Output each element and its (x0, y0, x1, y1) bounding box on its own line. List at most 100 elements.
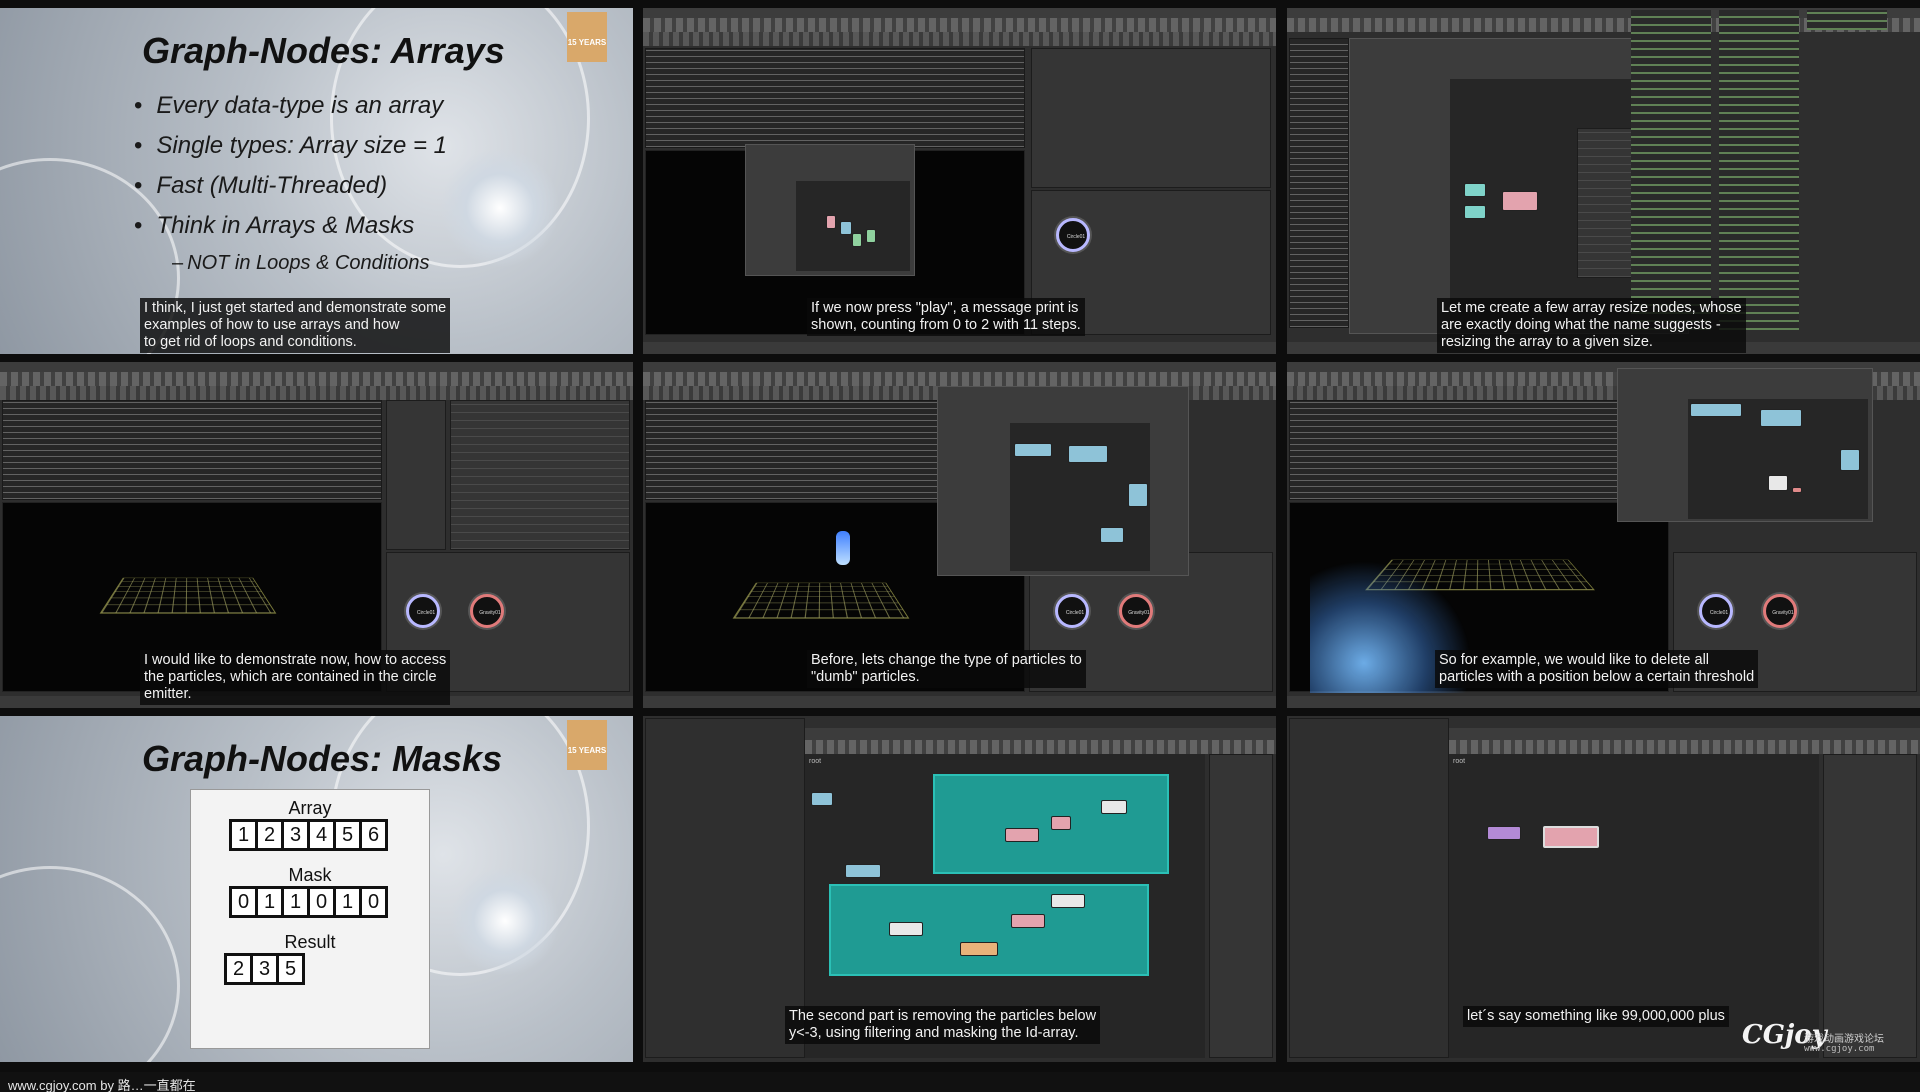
graph-node[interactable] (1128, 483, 1148, 507)
result-cell: 5 (276, 953, 305, 985)
properties-panel (1209, 754, 1273, 1058)
tile-dumb-particles: Circle01 Gravity01 Before, lets change t… (643, 362, 1276, 708)
toolbar (805, 740, 1276, 754)
mask-cell: 0 (307, 886, 336, 918)
status-bar (1287, 696, 1920, 708)
ground-grid (732, 582, 910, 619)
graph-node[interactable] (1100, 527, 1124, 543)
graph-node[interactable] (852, 233, 862, 247)
graph-node[interactable] (845, 864, 881, 878)
cgjoy-watermark: CGjoy 游戏动画游戏论坛 www.cgjoy.com (1742, 1020, 1912, 1064)
menu-bar (0, 362, 633, 372)
graph-node[interactable] (1760, 409, 1802, 427)
message-log (1289, 400, 1669, 500)
simulation-flow-window (745, 144, 915, 276)
graph-node[interactable] (1464, 183, 1486, 197)
footer-bar: www.cgjoy.com by 路…一直都在 (0, 1072, 1920, 1092)
mask-cell: 0 (359, 886, 388, 918)
video-thumbnail-grid: Graph-Nodes: Arrays 15 YEARS Every data-… (0, 0, 1920, 1072)
bullet-item: Every data-type is an array (134, 92, 447, 120)
node-list-column[interactable] (1807, 10, 1887, 30)
graph-node[interactable] (811, 792, 833, 806)
status-bar (643, 342, 1276, 354)
graph-node[interactable] (1464, 205, 1486, 219)
graph-node[interactable] (866, 229, 876, 243)
circle-emitter-node[interactable]: Circle01 (1056, 218, 1090, 252)
node-list-column[interactable] (1719, 10, 1799, 330)
tile-masks-slide: Graph-Nodes: Masks 15 YEARS Array 1 2 3 … (0, 716, 633, 1062)
graph-node[interactable] (1068, 445, 1108, 463)
graph-node[interactable] (840, 221, 852, 235)
particle-stream (836, 531, 850, 565)
graph-node[interactable] (1690, 403, 1742, 417)
mask-label: Mask (288, 865, 332, 885)
subtitle-caption: I would like to demonstrate now, how to … (140, 650, 451, 705)
bullet-item: Fast (Multi-Threaded) (134, 172, 447, 200)
graph-node[interactable] (1487, 826, 1521, 840)
array-cell: 5 (333, 819, 362, 851)
mask-cell: 1 (255, 886, 284, 918)
array-cell: 2 (255, 819, 284, 851)
subtitle-caption: I think, I just get started and demonstr… (140, 298, 451, 353)
anniversary-badge: 15 YEARS (567, 12, 607, 62)
array-cell: 3 (281, 819, 310, 851)
graph-root-label: root (809, 758, 822, 765)
gravity-node[interactable]: Gravity01 (1763, 594, 1797, 628)
node-context-menu[interactable] (1577, 128, 1637, 278)
graph-node[interactable] (1792, 487, 1802, 493)
menu-bar (805, 728, 1276, 740)
gravity-node[interactable]: Gravity01 (1119, 594, 1153, 628)
array-cells: 1 2 3 4 5 6 (191, 819, 429, 851)
mask-cell: 0 (229, 886, 258, 918)
properties-panel (1823, 754, 1917, 1058)
result-label: Result (284, 932, 336, 952)
menu-bar (1449, 728, 1920, 740)
gravity-node[interactable]: Gravity01 (470, 594, 504, 628)
circle-emitter-node[interactable]: Circle01 (1699, 594, 1733, 628)
graph-node[interactable] (960, 942, 998, 956)
tile-arrays-slide: Graph-Nodes: Arrays 15 YEARS Every data-… (0, 8, 633, 354)
graph-node[interactable] (1768, 475, 1788, 491)
tile-delete-particles: Circle01 Gravity01 So for example, we wo… (1287, 362, 1920, 708)
graph-canvas (1010, 423, 1150, 571)
bullet-list: Every data-type is an array Single types… (134, 92, 447, 287)
graph-node[interactable] (1005, 828, 1039, 842)
node-parameters-panel (450, 400, 630, 550)
status-bar (643, 696, 1276, 708)
simulation-flow-window (937, 386, 1189, 576)
group-frame (829, 884, 1149, 976)
slide-title: Graph-Nodes: Masks (142, 738, 503, 779)
graph-node[interactable] (889, 922, 923, 936)
graph-node[interactable] (1051, 816, 1071, 830)
graph-node[interactable] (1011, 914, 1045, 928)
watermark-url: www.cgjoy.com (1804, 1044, 1875, 1054)
graph-node[interactable] (1101, 800, 1127, 814)
message-log (2, 400, 382, 500)
decorative-orb (450, 866, 560, 976)
message-log (1289, 38, 1349, 328)
bullet-item: Think in Arrays & Masks (134, 212, 447, 240)
node-list-column[interactable] (1631, 10, 1711, 330)
sub-bullet-item: NOT in Loops & Conditions (172, 252, 447, 275)
graph-node[interactable] (1502, 191, 1538, 211)
tile-play-message: Circle01 If we now press "play", a messa… (643, 8, 1276, 354)
mask-cell: 1 (333, 886, 362, 918)
menu-bar (643, 8, 1276, 18)
graph-node[interactable] (1051, 894, 1085, 908)
ground-grid (99, 577, 277, 614)
result-cell: 2 (224, 953, 253, 985)
graph-node[interactable] (1840, 449, 1860, 471)
subtitle-caption: The second part is removing the particle… (785, 1006, 1101, 1044)
toolbar (1449, 740, 1920, 754)
properties-panel (1031, 48, 1271, 188)
graph-node[interactable] (1014, 443, 1052, 457)
toolbar (643, 18, 1276, 32)
graph-node[interactable] (1543, 826, 1599, 848)
graph-node[interactable] (826, 215, 836, 229)
simulation-flow-window (1617, 368, 1873, 522)
circle-emitter-node[interactable]: Circle01 (406, 594, 440, 628)
circle-emitter-node[interactable]: Circle01 (1055, 594, 1089, 628)
bullet-item: Single types: Array size = 1 (134, 132, 447, 160)
scene-tree-panel (386, 400, 446, 550)
subtitle-caption: Before, lets change the type of particle… (807, 650, 1086, 688)
